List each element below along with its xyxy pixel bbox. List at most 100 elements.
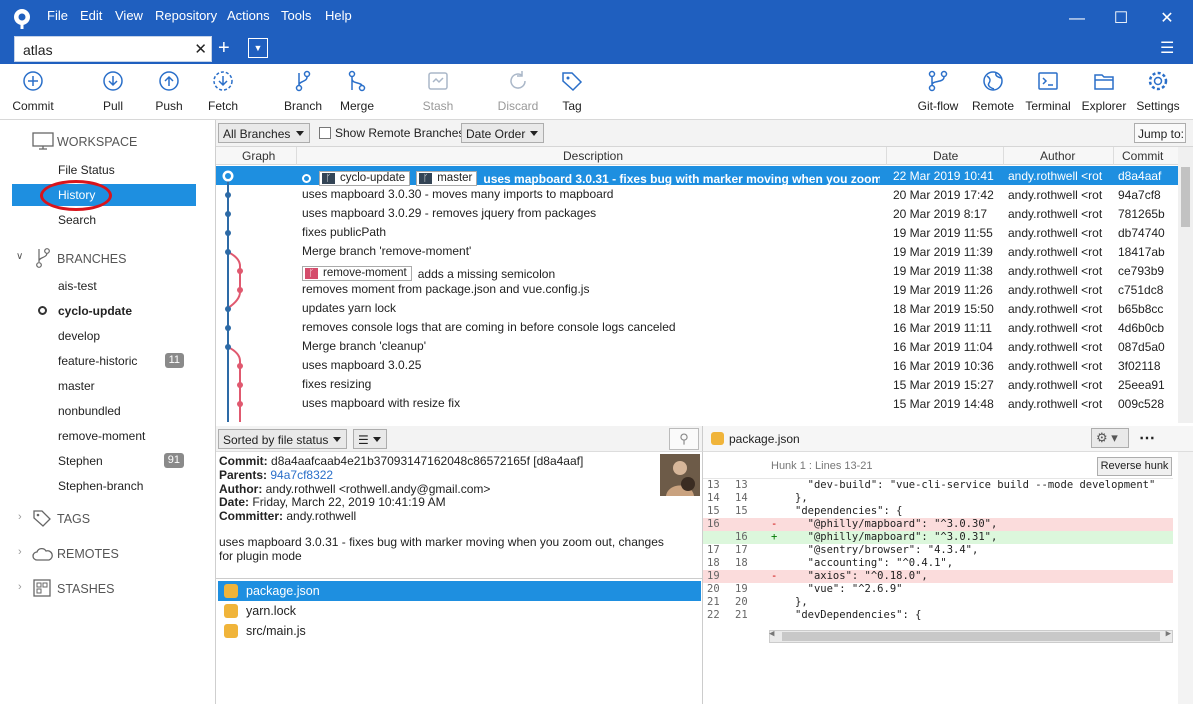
monitor-icon — [32, 132, 54, 150]
commit-row[interactable]: ᚴ cyclo-update ᚴ master uses mapboard 3.0.31… — [216, 166, 1178, 186]
menu-repository[interactable]: Repository — [155, 8, 217, 23]
col-graph[interactable]: Graph — [242, 149, 275, 163]
parent-link[interactable]: 94a7cf8322 — [270, 468, 333, 482]
gitflow-button[interactable]: Git-flow — [910, 64, 966, 120]
remote-button[interactable]: Remote — [965, 64, 1021, 120]
commit-description: ᚴ cyclo-update ᚴ master uses mapboard 3.0.31… — [302, 168, 880, 186]
menu-file[interactable]: File — [47, 8, 68, 23]
diff-line-n2: 13 — [735, 479, 748, 491]
stash-button[interactable]: Stash — [410, 64, 466, 120]
reverse-hunk-button[interactable]: Reverse hunk — [1097, 457, 1172, 476]
pull-button[interactable]: Pull — [85, 64, 141, 120]
sidebar-branch-item[interactable]: cyclo-update — [12, 300, 196, 322]
diff-line: 13 13 "dev-build": "vue-cli-service build… — [703, 479, 1173, 492]
push-button[interactable]: Push — [141, 64, 197, 120]
close-window-icon[interactable]: ✕ — [1152, 6, 1182, 32]
tab-atlas[interactable]: atlas ✕ — [14, 36, 212, 62]
changed-file-item[interactable]: package.json — [218, 581, 701, 601]
more-options-icon[interactable]: ⋯ — [1139, 428, 1155, 448]
terminal-button[interactable]: Terminal — [1020, 64, 1076, 120]
show-remote-checkbox[interactable] — [319, 127, 331, 139]
sourcetree-logo-icon — [12, 8, 32, 30]
col-commit[interactable]: Commit — [1122, 149, 1163, 163]
order-dropdown[interactable]: Date Order — [461, 123, 544, 143]
sidebar-branch-item[interactable]: Stephen 91 — [12, 450, 196, 472]
sidebar-item-search[interactable]: Search — [12, 209, 196, 231]
sidebar-remotes-header[interactable]: › REMOTES — [0, 542, 210, 566]
commit-row[interactable]: updates yarn lock 18 Mar 2019 15:50 andy.r… — [216, 299, 1178, 318]
sidebar-tags-header[interactable]: › TAGS — [0, 507, 210, 531]
sidebar-branch-item[interactable]: nonbundled — [12, 400, 196, 422]
menu-tools[interactable]: Tools — [281, 8, 311, 23]
sidebar-branches-header[interactable]: ∨ BRANCHES — [0, 247, 210, 271]
sidebar-stashes-header[interactable]: › STASHES — [0, 577, 210, 601]
branch-tag[interactable]: ᚴ remove-moment — [302, 266, 412, 281]
commit-author: andy.rothwell <rot — [1008, 397, 1103, 411]
merge-button[interactable]: Merge — [329, 64, 385, 120]
commit-row[interactable]: Merge branch 'cleanup' 16 Mar 2019 11:04 a… — [216, 337, 1178, 356]
col-description[interactable]: Description — [563, 149, 623, 163]
commit-row[interactable]: removes moment from package.json and vue… — [216, 280, 1178, 299]
commit-description: Merge branch 'cleanup' — [302, 339, 880, 353]
sidebar-branch-item[interactable]: feature-historic 11 — [12, 350, 196, 372]
commit-row[interactable]: uses mapboard 3.0.30 - moves many import… — [216, 185, 1178, 204]
sidebar-branch-item[interactable]: ais-test — [12, 275, 196, 297]
remotes-label: REMOTES — [57, 547, 119, 561]
tab-dropdown-icon[interactable]: ▼ — [248, 38, 268, 58]
settings-button[interactable]: Settings — [1130, 64, 1186, 120]
maximize-icon[interactable]: ☐ — [1106, 6, 1136, 32]
hamburger-menu-icon[interactable]: ☰ — [1160, 38, 1174, 58]
col-date[interactable]: Date — [933, 149, 958, 163]
branches-dropdown[interactable]: All Branches — [218, 123, 310, 143]
branch-count-badge: 11 — [164, 353, 184, 368]
branch-name: nonbundled — [58, 404, 121, 418]
sidebar-branch-item[interactable]: develop — [12, 325, 196, 347]
new-tab-icon[interactable]: + — [218, 36, 230, 60]
commit-row[interactable]: fixes publicPath 19 Mar 2019 11:55 andy.ro… — [216, 223, 1178, 242]
tags-label: TAGS — [57, 512, 91, 526]
commit-row[interactable]: uses mapboard 3.0.25 16 Mar 2019 10:36 and… — [216, 356, 1178, 375]
fetch-button[interactable]: Fetch — [195, 64, 251, 120]
menu-actions[interactable]: Actions — [227, 8, 270, 23]
branch-tag[interactable]: ᚴ cyclo-update — [319, 171, 411, 186]
commit-date: 15 Mar 2019 14:48 — [893, 397, 994, 411]
commit-button[interactable]: Commit — [5, 64, 61, 120]
menu-view[interactable]: View — [115, 8, 143, 23]
sidebar-branch-item[interactable]: remove-moment — [12, 425, 196, 447]
tag-button[interactable]: Tag — [544, 64, 600, 120]
sidebar-item-file-status[interactable]: File Status — [12, 159, 196, 181]
commit-row[interactable]: uses mapboard 3.0.29 - removes jquery fr… — [216, 204, 1178, 223]
diff-line: 19 - "axios": "^0.18.0", — [703, 570, 1173, 583]
diff-line-n2: 16 — [735, 531, 748, 543]
branch-button[interactable]: Branch — [275, 64, 331, 120]
sort-dropdown[interactable]: Sorted by file status — [218, 429, 347, 449]
changed-file-item[interactable]: yarn.lock — [218, 601, 701, 621]
minimize-icon[interactable]: — — [1062, 6, 1092, 32]
menu-edit[interactable]: Edit — [80, 8, 102, 23]
search-icon[interactable]: ⚲ — [669, 428, 699, 450]
commit-description: uses mapboard with resize fix — [302, 396, 880, 410]
diff-vertical-scrollbar[interactable] — [1178, 452, 1193, 704]
tab-close-icon[interactable]: ✕ — [194, 40, 207, 58]
scroll-thumb[interactable] — [1181, 167, 1190, 227]
sidebar-branch-item[interactable]: Stephen-branch — [12, 475, 196, 497]
sidebar-branch-item[interactable]: master — [12, 375, 196, 397]
commit-row[interactable]: removes console logs that are coming in … — [216, 318, 1178, 337]
commit-row[interactable]: ᚴ remove-moment adds a missing semicolon 19… — [216, 261, 1178, 281]
commit-date: 15 Mar 2019 15:27 — [893, 378, 994, 392]
col-author[interactable]: Author — [1040, 149, 1075, 163]
branch-tag[interactable]: ᚴ master — [416, 171, 478, 186]
diff-options-gear-icon[interactable]: ⚙ ▾ — [1091, 428, 1129, 448]
menu-help[interactable]: Help — [325, 8, 352, 23]
commit-row[interactable]: uses mapboard with resize fix 15 Mar 2019… — [216, 394, 1178, 413]
gear-icon — [1148, 71, 1168, 91]
jump-to-input[interactable]: Jump to: — [1134, 123, 1186, 143]
view-mode-dropdown[interactable]: ☰ — [353, 429, 387, 449]
commit-row[interactable]: Merge branch 'remove-moment' 19 Mar 2019 … — [216, 242, 1178, 261]
commit-row[interactable]: fixes resizing 15 Mar 2019 15:27 andy.roth… — [216, 375, 1178, 394]
diff-horizontal-scrollbar[interactable]: ◀ ▶ — [769, 629, 1173, 643]
commit-list-scrollbar[interactable] — [1178, 147, 1193, 423]
discard-button[interactable]: Discard — [490, 64, 546, 120]
changed-file-item[interactable]: src/main.js — [218, 621, 701, 641]
explorer-button[interactable]: Explorer — [1076, 64, 1132, 120]
